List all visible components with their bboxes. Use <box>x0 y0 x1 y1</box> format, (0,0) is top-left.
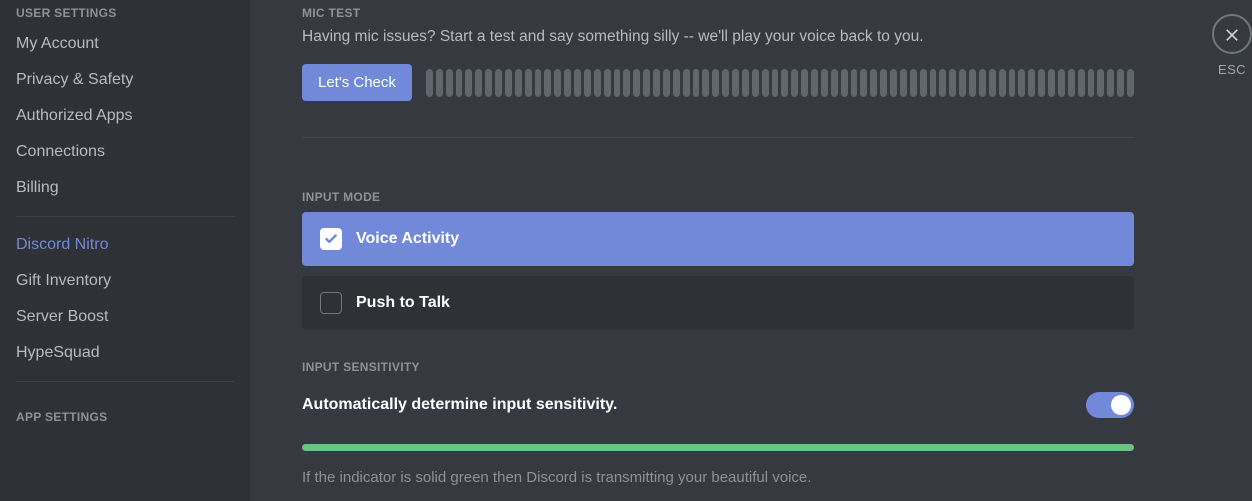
sidebar-item-privacy-safety[interactable]: Privacy & Safety <box>6 62 244 98</box>
input-mode-push-to-talk[interactable]: Push to Talk <box>302 276 1134 330</box>
lets-check-button[interactable]: Let's Check <box>302 64 412 101</box>
sensitivity-indicator-bar <box>302 444 1134 451</box>
sidebar-separator <box>16 381 234 382</box>
input-mode-header: INPUT MODE <box>302 190 1134 204</box>
auto-sensitivity-toggle[interactable] <box>1086 392 1134 418</box>
sidebar-item-billing[interactable]: Billing <box>6 170 244 206</box>
mic-level-meter <box>426 69 1134 97</box>
checkbox-empty-icon <box>320 292 342 314</box>
sidebar-item-gift-inventory[interactable]: Gift Inventory <box>6 263 244 299</box>
input-mode-option-label: Voice Activity <box>356 230 459 248</box>
sidebar-separator <box>16 216 234 217</box>
sidebar-header-app-settings: APP SETTINGS <box>6 392 244 430</box>
sidebar-item-my-account[interactable]: My Account <box>6 26 244 62</box>
sidebar-item-server-boost[interactable]: Server Boost <box>6 299 244 335</box>
input-sensitivity-header: INPUT SENSITIVITY <box>302 360 1134 374</box>
sidebar-item-connections[interactable]: Connections <box>6 134 244 170</box>
close-button[interactable] <box>1212 14 1252 54</box>
close-column: ESC <box>1212 14 1252 77</box>
auto-sensitivity-label: Automatically determine input sensitivit… <box>302 396 617 414</box>
section-divider <box>302 137 1134 138</box>
mic-test-description: Having mic issues? Start a test and say … <box>302 28 1134 46</box>
checkbox-checked-icon <box>320 228 342 250</box>
sidebar-item-discord-nitro[interactable]: Discord Nitro <box>6 227 244 263</box>
mic-test-header: MIC TEST <box>302 6 1134 20</box>
close-icon <box>1223 25 1241 43</box>
sidebar-header-user-settings: USER SETTINGS <box>6 0 244 26</box>
toggle-knob <box>1111 395 1131 415</box>
esc-label: ESC <box>1218 62 1246 77</box>
sidebar-item-authorized-apps[interactable]: Authorized Apps <box>6 98 244 134</box>
settings-sidebar: USER SETTINGS My Account Privacy & Safet… <box>0 0 250 501</box>
settings-content: MIC TEST Having mic issues? Start a test… <box>250 0 1252 501</box>
sensitivity-note: If the indicator is solid green then Dis… <box>302 469 1134 486</box>
input-mode-option-label: Push to Talk <box>356 294 450 312</box>
sidebar-item-hypesquad[interactable]: HypeSquad <box>6 335 244 371</box>
input-mode-voice-activity[interactable]: Voice Activity <box>302 212 1134 266</box>
